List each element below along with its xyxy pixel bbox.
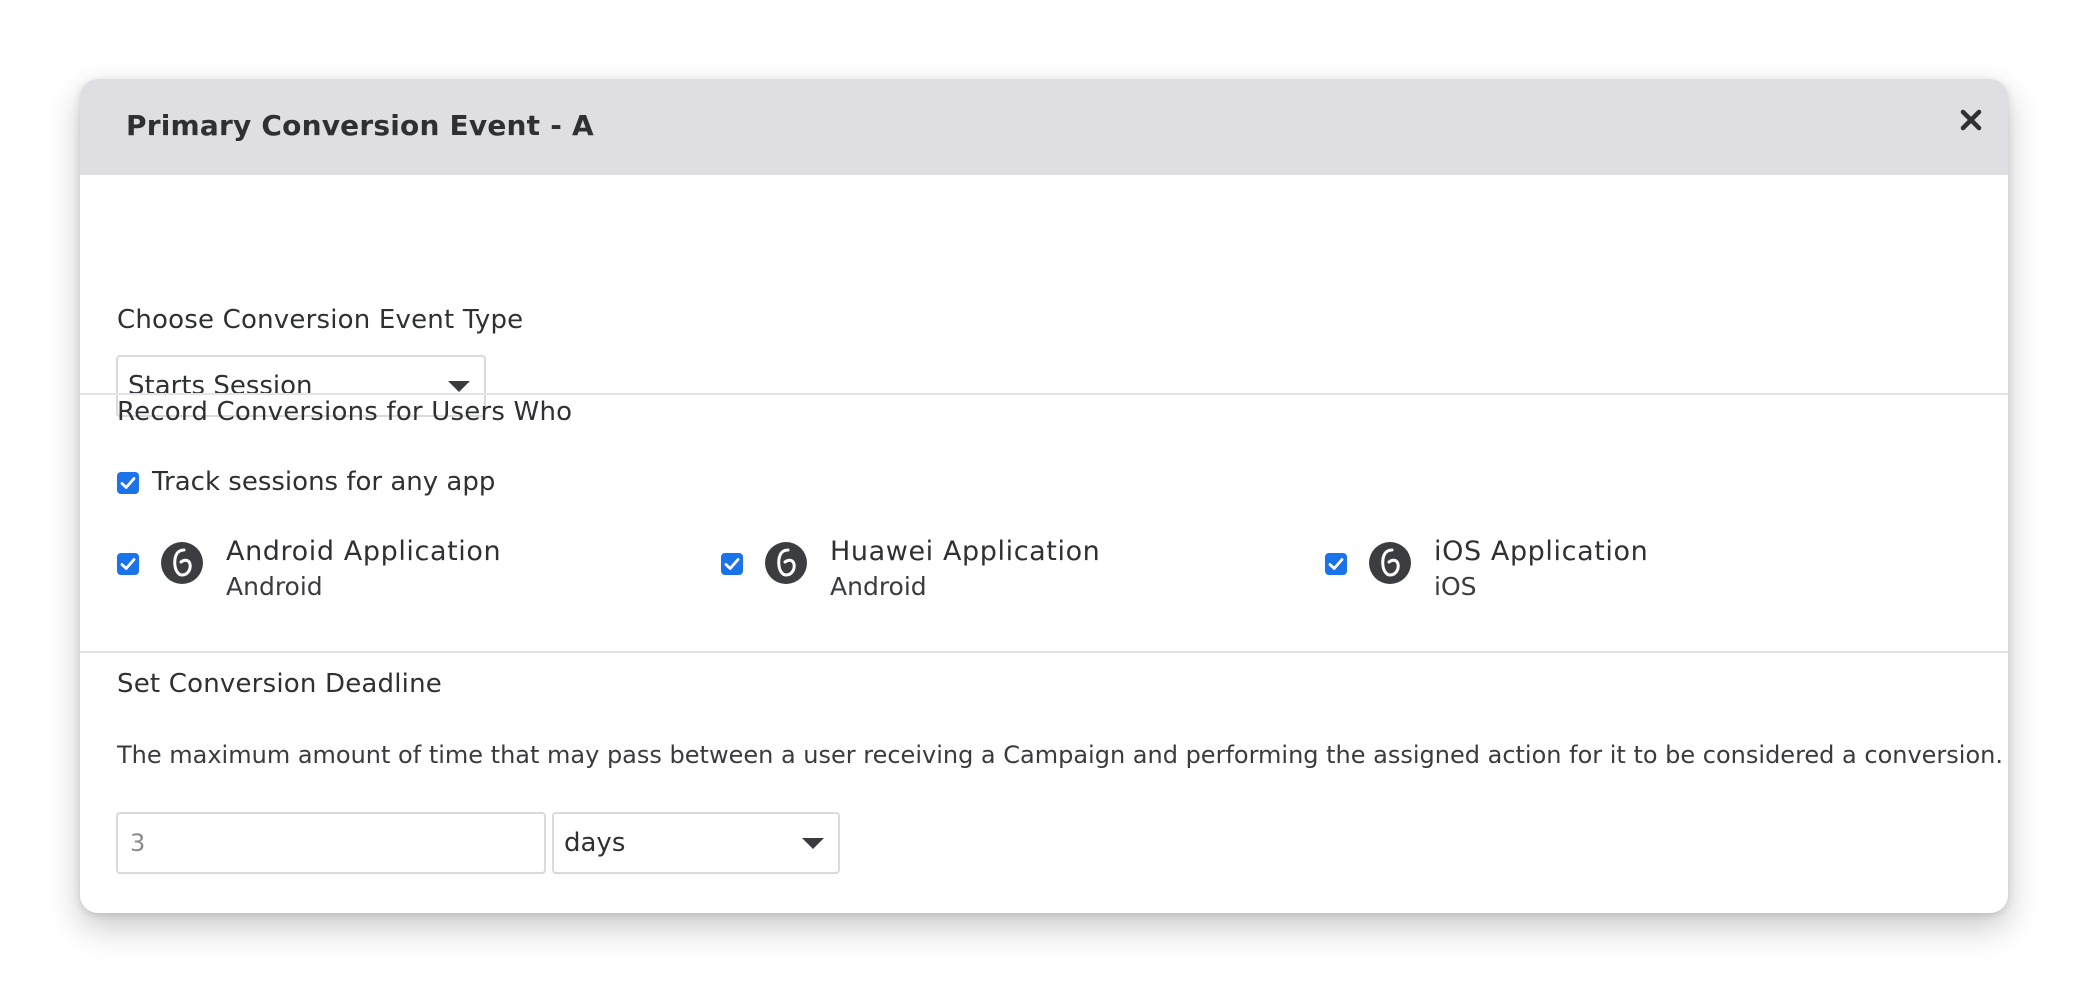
record-conversions-label: Record Conversions for Users Who xyxy=(117,397,573,427)
app-name-huawei: Huawei Application xyxy=(830,536,1101,567)
track-any-app-checkbox[interactable] xyxy=(117,472,139,494)
modal-header: Primary Conversion Event - A xyxy=(80,79,2008,175)
deadline-description: The maximum amount of time that may pass… xyxy=(117,741,2003,769)
deadline-unit-value: days xyxy=(564,828,626,858)
chevron-down-icon xyxy=(448,381,470,392)
deadline-amount-input[interactable] xyxy=(116,812,546,874)
deadline-unit-select[interactable]: days xyxy=(552,812,840,874)
app-platform-android: Android xyxy=(226,572,323,601)
track-any-app-label: Track sessions for any app xyxy=(152,467,496,497)
app-name-ios: iOS Application xyxy=(1434,536,1649,567)
app-checkbox-android[interactable] xyxy=(117,553,139,575)
app-platform-huawei: Android xyxy=(830,572,927,601)
section-divider xyxy=(80,651,2008,653)
braze-logo-icon xyxy=(1369,542,1411,584)
event-type-section: Choose Conversion Event Type Starts Sess… xyxy=(80,175,2008,473)
app-platform-ios: iOS xyxy=(1434,572,1477,601)
deadline-label: Set Conversion Deadline xyxy=(117,669,442,699)
app-name-android: Android Application xyxy=(226,536,502,567)
modal-title: Primary Conversion Event - A xyxy=(126,109,594,142)
braze-logo-icon xyxy=(765,542,807,584)
section-divider xyxy=(80,393,2008,395)
close-icon[interactable] xyxy=(1956,105,1986,135)
conversion-event-modal: Primary Conversion Event - A Choose Conv… xyxy=(80,79,2008,913)
braze-logo-icon xyxy=(161,542,203,584)
chevron-down-icon xyxy=(802,838,824,849)
app-checkbox-huawei[interactable] xyxy=(721,553,743,575)
event-type-label: Choose Conversion Event Type xyxy=(117,305,524,335)
app-checkbox-ios[interactable] xyxy=(1325,553,1347,575)
